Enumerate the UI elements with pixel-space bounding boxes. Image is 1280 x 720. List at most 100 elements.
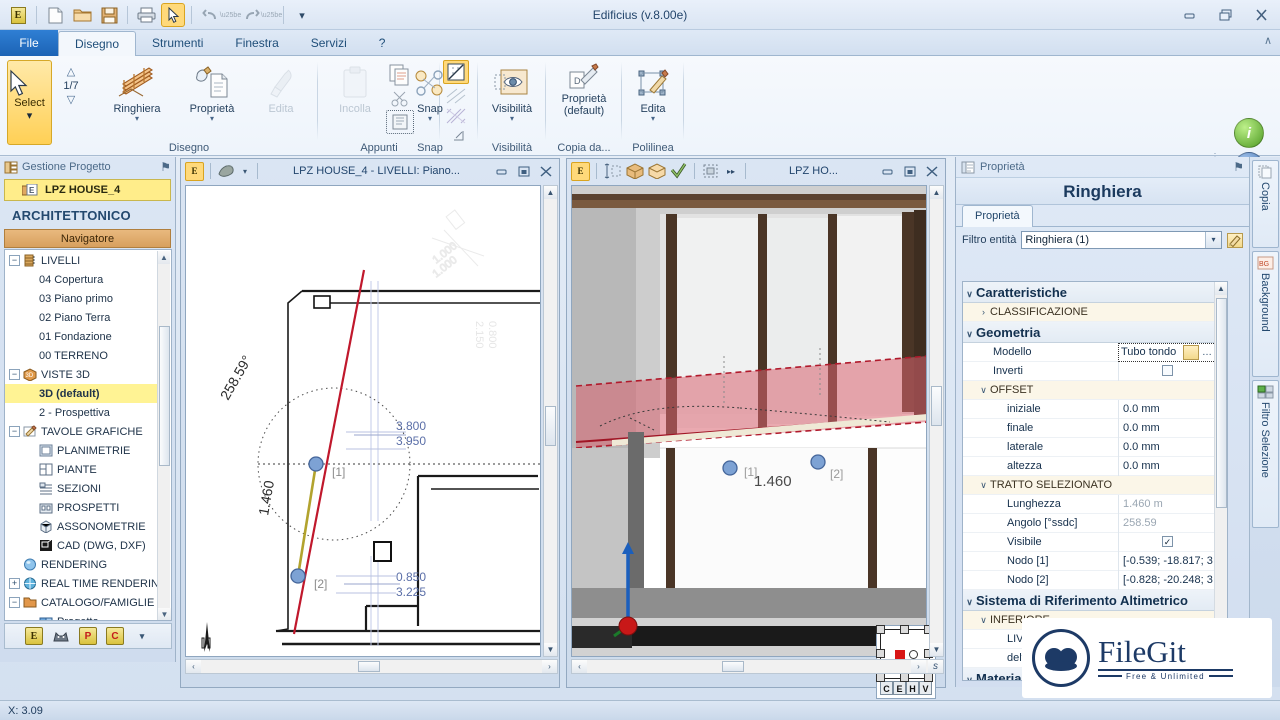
view3d-scroll-right-icon[interactable]: › [911,660,926,673]
section-chevron-icon[interactable]: ∨ [977,615,990,626]
selection-box-icon[interactable] [701,162,720,181]
render-mode-caret-icon[interactable]: ▾ [239,162,251,181]
incolla-button[interactable]: Incolla [324,60,386,134]
property-row-finale[interactable]: finale0.0 mm [963,419,1216,438]
snap-dialog-launcher-icon[interactable] [450,128,466,142]
tree-item-viste-3d[interactable]: −3DVISTE 3D [5,365,157,384]
customize-qat-icon[interactable]: ▾ [290,3,314,27]
property-value[interactable]: 258.59 [1118,514,1216,533]
navigatore-button[interactable]: Navigatore [4,229,171,248]
property-row-geometria[interactable]: ∨Geometria [963,322,1216,343]
undo-dropdown-icon[interactable]: \u25be [225,3,236,27]
section-chevron-icon[interactable]: › [977,307,990,317]
plan-scroll-right-icon[interactable]: › [542,660,557,673]
view3d-hscrollbar[interactable]: ‹ › s [571,659,944,674]
section-chevron-icon[interactable]: ∨ [977,480,990,491]
render-mode-icon[interactable] [217,162,236,181]
anchor-handle-ml[interactable] [876,649,885,658]
tree-expander-icon[interactable]: + [9,578,20,589]
cehv-e-button[interactable]: E [893,681,906,695]
proprieta-caret-icon[interactable]: ▾ [181,115,243,123]
vtab-background[interactable]: BG Background [1252,251,1279,377]
proprieta-default-button[interactable]: D Proprietà (default) [553,60,615,134]
view3d-close-button[interactable] [922,163,941,180]
section-chevron-icon[interactable]: ∨ [963,597,976,608]
info-button[interactable]: i [1234,118,1264,148]
property-value[interactable]: ✓ [1118,533,1216,552]
edit-filter-icon[interactable] [1227,233,1243,248]
properties-scroll-thumb[interactable] [1216,298,1227,508]
minimize-button[interactable] [1176,4,1202,26]
entity-filter-combobox[interactable]: ▾ [1021,231,1222,249]
tab-file[interactable]: File [0,30,58,56]
property-row-tratto-selezionato[interactable]: ∨TRATTO SELEZIONATO [963,476,1216,495]
tree-item-real-time-rendering[interactable]: +REAL TIME RENDERING [5,574,157,593]
tree-scroll-down-icon[interactable]: ▼ [158,608,171,621]
proprieta-button[interactable]: Proprietà ▾ [181,60,243,134]
page-down-icon[interactable]: ▽ [58,92,84,108]
property-row-nodo-2[interactable]: Nodo [2][-0.828; -20.248; 3 [963,571,1216,590]
tree-item-rendering[interactable]: RENDERING [5,555,157,574]
tree-item-progetto[interactable]: Progetto [5,612,157,621]
tree-item-00-terreno[interactable]: 00 TERRENO [5,346,157,365]
plan-close-button[interactable] [536,163,555,180]
tab-proprieta[interactable]: Proprietà [962,205,1033,227]
tab-servizi[interactable]: Servizi [295,30,363,56]
section-chevron-icon[interactable]: ∨ [963,329,976,340]
tree-item-01-fondazione[interactable]: 01 Fondazione [5,327,157,346]
tree-item-catalogo-famiglie[interactable]: −CATALOGO/FAMIGLIE [5,593,157,612]
tree-expander-icon[interactable]: − [9,255,20,266]
tree-item-2-prospettiva[interactable]: 2 - Prospettiva [5,403,157,422]
tree-expander-icon[interactable]: − [9,369,20,380]
check-green-icon[interactable] [669,162,688,181]
property-value[interactable]: 0.0 mm [1118,400,1216,419]
property-row-iniziale[interactable]: iniziale0.0 mm [963,400,1216,419]
visibilita-caret-icon[interactable]: ▾ [481,115,543,123]
ringhiera-button[interactable]: Ringhiera ▾ [106,60,168,134]
visibilita-button[interactable]: Visibilità ▾ [481,60,543,134]
tab-disegno[interactable]: Disegno [58,31,136,57]
page-up-icon[interactable]: △ [58,64,84,80]
close-button[interactable] [1248,4,1274,26]
plan-minimize-button[interactable] [492,163,511,180]
plan-hscroll-thumb[interactable] [358,661,380,672]
tree-expander-icon[interactable]: − [9,426,20,437]
property-row-lunghezza[interactable]: Lunghezza1.460 m [963,495,1216,514]
primus-icon[interactable]: P [79,627,97,645]
section-chevron-icon[interactable]: ∨ [963,289,976,300]
view3d-vscrollbar[interactable]: ▲ ▼ [929,185,944,657]
property-row-offset[interactable]: ∨OFFSET [963,381,1216,400]
view3d-minimize-button[interactable] [878,163,897,180]
print-icon[interactable] [134,3,158,27]
anchor-handle-bl[interactable] [876,673,885,682]
select-caret-icon[interactable]: ▾ [8,109,51,122]
expand-more-icon[interactable]: ▸▸ [723,162,739,181]
view3d-restore-button[interactable] [900,163,919,180]
property-value[interactable]: [-0.539; -18.817; 3 [1118,552,1216,571]
property-row-inverti[interactable]: Inverti [963,362,1216,381]
hatch-pattern-active-icon[interactable] [443,60,469,84]
tree-item-03-piano-primo[interactable]: 03 Piano primo [5,289,157,308]
pin-icon[interactable]: ⚑ [1233,160,1244,174]
select-pointer-icon[interactable] [161,3,185,27]
undo-icon[interactable] [198,3,222,27]
hatch-cross-icon[interactable] [444,106,468,126]
pin-icon[interactable]: ⚑ [160,160,171,174]
app-menu-icon[interactable]: E [6,3,30,27]
anchor-handle-tl[interactable] [876,625,885,634]
snap-toggle-button[interactable]: s [928,660,943,673]
save-icon[interactable] [97,3,121,27]
tree-item-tavole-grafiche[interactable]: −TAVOLE GRAFICHE [5,422,157,441]
property-row-caratteristiche[interactable]: ∨Caratteristiche [963,282,1216,303]
anchor-handle-bc[interactable] [900,673,909,682]
edita-polilinea-caret-icon[interactable]: ▾ [622,115,684,123]
anchor-handle-tc[interactable] [900,625,909,634]
tree-item-planimetrie[interactable]: PLANIMETRIE [5,441,157,460]
open-folder-icon[interactable] [70,3,94,27]
tree-item-3d-default[interactable]: 3D (default) [5,384,157,403]
restore-button[interactable] [1212,4,1238,26]
checkbox-inverti[interactable] [1162,365,1173,376]
property-row-angolo-ssdc[interactable]: Angolo [°ssdc]258.59 [963,514,1216,533]
property-value[interactable]: 0.0 mm [1118,419,1216,438]
view3d-canvas[interactable]: [1] [2] 1.460 [571,185,927,657]
